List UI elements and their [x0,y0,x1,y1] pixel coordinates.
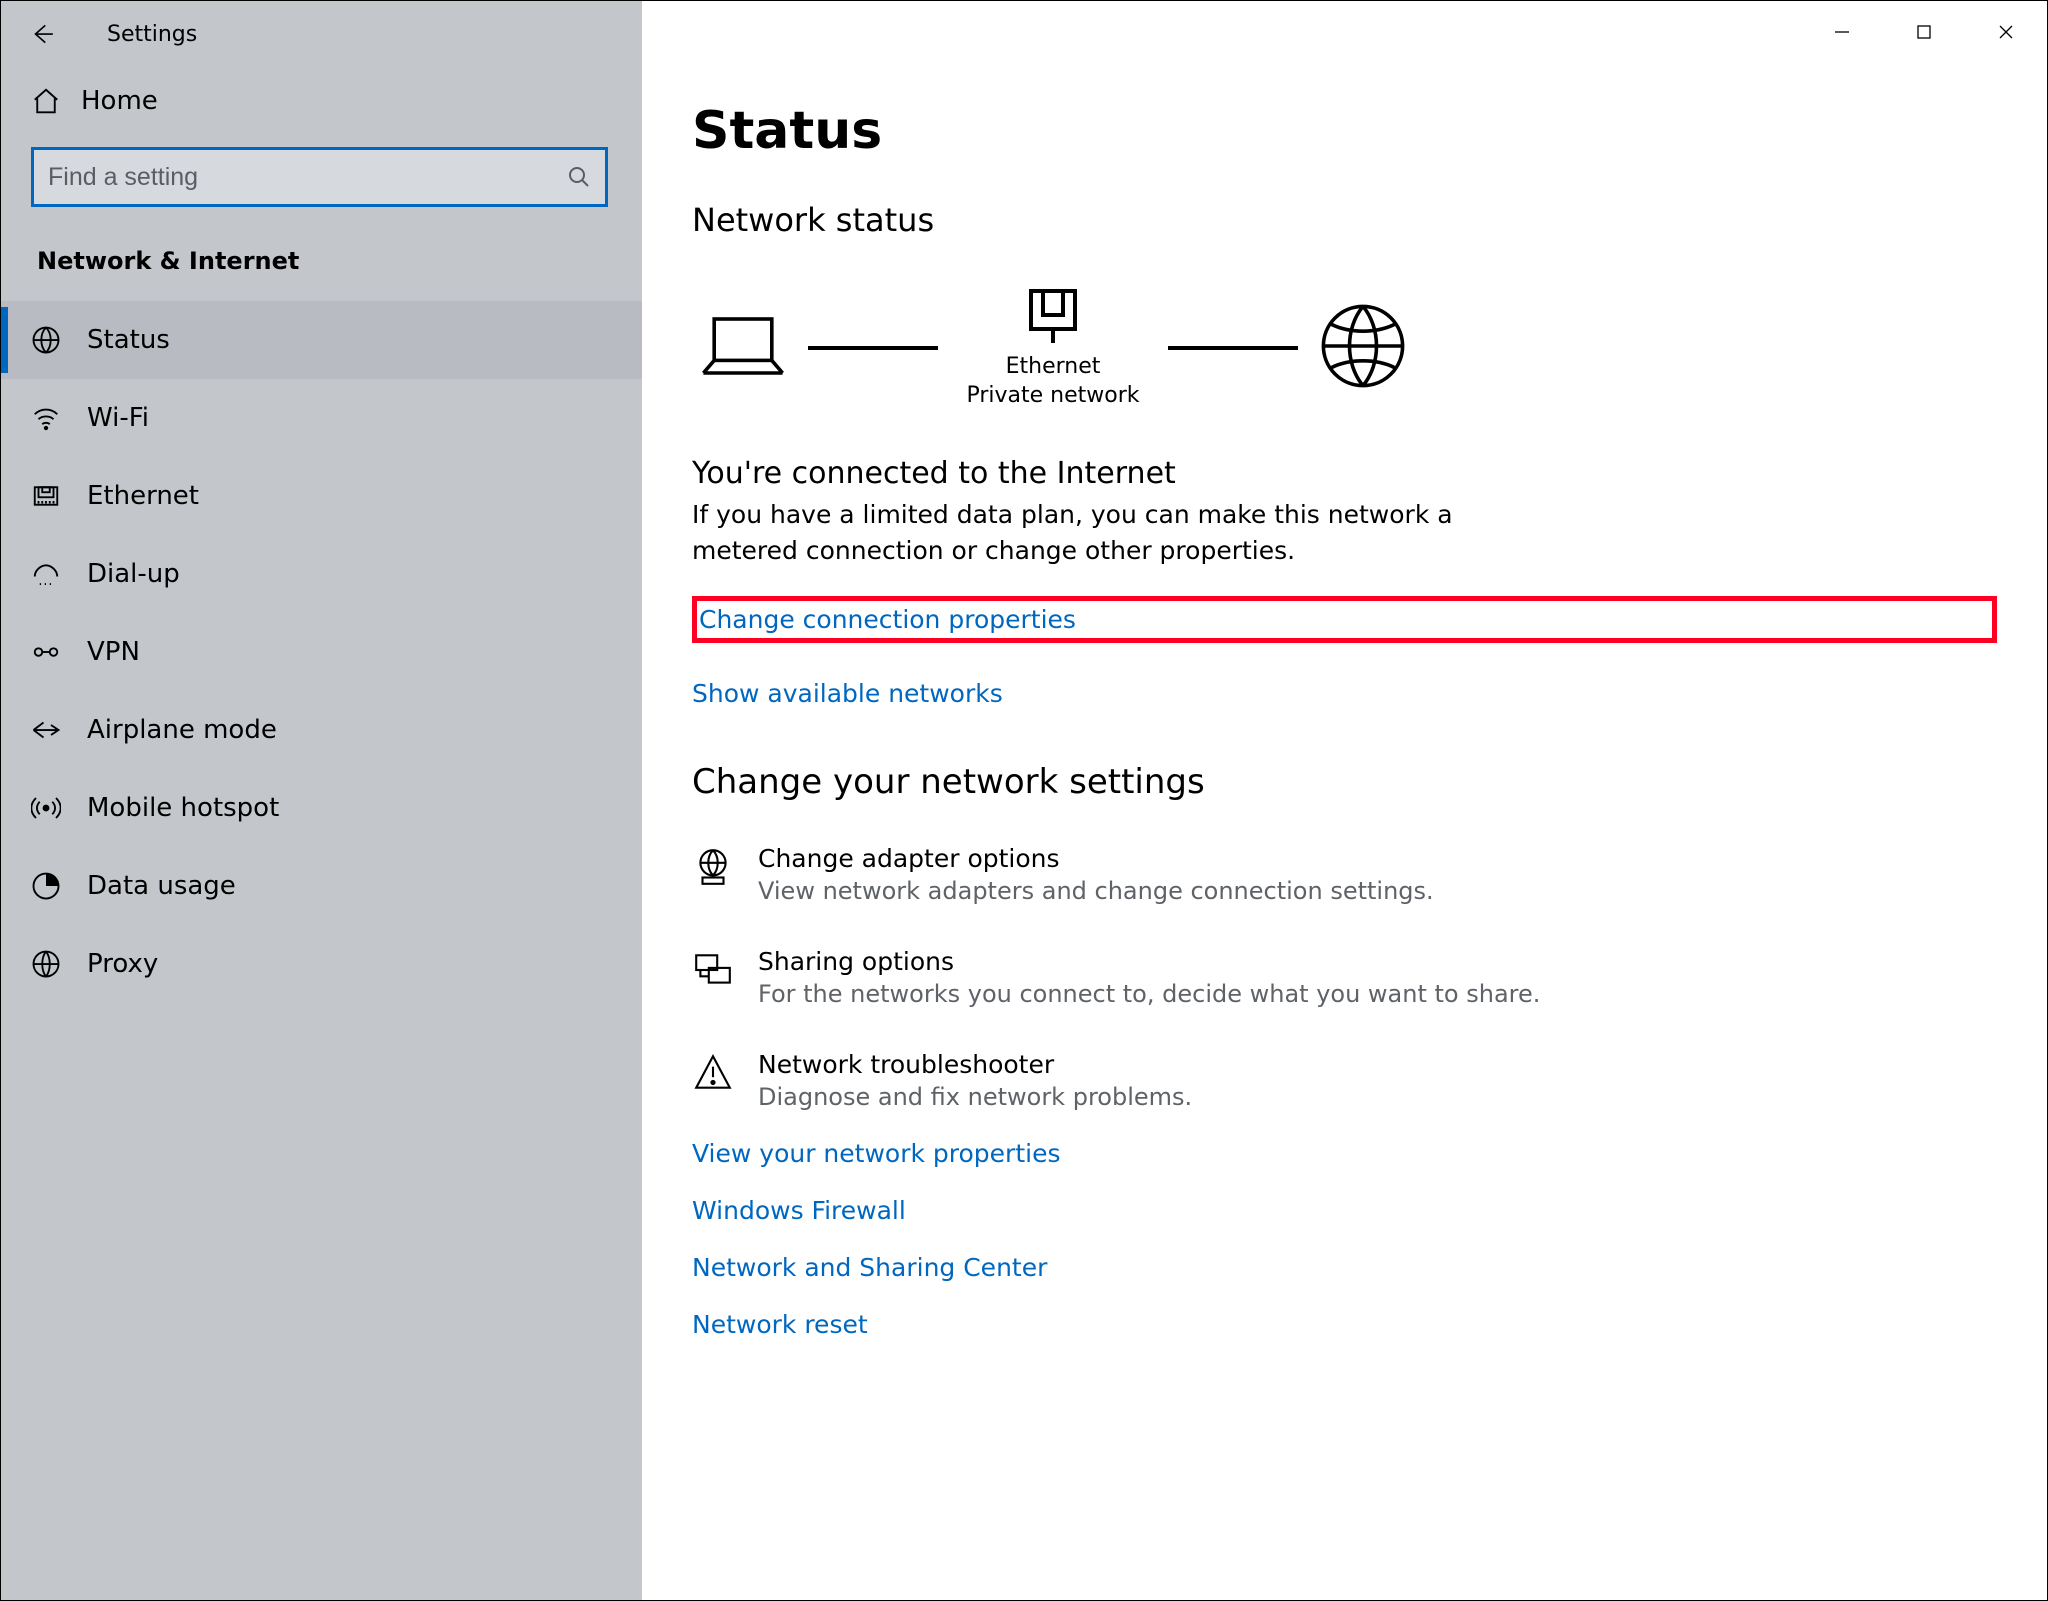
sidebar-item-label: Wi-Fi [87,403,149,433]
sidebar-item-vpn[interactable]: VPN [1,613,642,691]
sidebar-item-label: Status [87,325,170,355]
window-controls [1801,7,2047,57]
sidebar-item-ethernet[interactable]: Ethernet [1,457,642,535]
network-diagram: Ethernet Private network [698,285,1997,410]
option-subtitle: View network adapters and change connect… [758,877,1434,905]
proxy-icon [31,949,87,979]
connected-description: If you have a limited data plan, you can… [692,497,1472,570]
sidebar-item-label: Airplane mode [87,715,277,745]
sidebar: Settings Home Network & Internet Status … [1,1,642,1600]
sidebar-item-datausage[interactable]: Data usage [1,847,642,925]
back-button[interactable] [27,19,57,49]
link-network-sharing-center[interactable]: Network and Sharing Center [692,1253,1997,1282]
network-type-label: Private network [966,382,1139,411]
sidebar-item-label: VPN [87,637,140,667]
option-title: Change adapter options [758,844,1434,873]
sidebar-item-label: Proxy [87,949,158,979]
connection-line [808,346,938,350]
data-usage-icon [31,871,87,901]
window-title: Settings [107,22,197,47]
wifi-icon [31,403,87,433]
sharing-options-icon [692,947,758,991]
globe-icon [31,325,87,355]
sidebar-item-dialup[interactable]: Dial-up [1,535,642,613]
hotspot-icon [31,793,87,823]
close-button[interactable] [1965,7,2047,57]
sidebar-category: Network & Internet [1,227,642,301]
search-box[interactable] [31,147,608,207]
airplane-icon [31,715,87,745]
sidebar-item-label: Data usage [87,871,236,901]
sidebar-item-proxy[interactable]: Proxy [1,925,642,1003]
sidebar-item-hotspot[interactable]: Mobile hotspot [1,769,642,847]
adapter-options-icon [692,844,758,888]
sidebar-item-airplane[interactable]: Airplane mode [1,691,642,769]
option-title: Network troubleshooter [758,1050,1192,1079]
connected-heading: You're connected to the Internet [692,456,1997,491]
option-sharing[interactable]: Sharing options For the networks you con… [692,947,1997,1008]
link-network-reset[interactable]: Network reset [692,1310,1997,1339]
sidebar-item-wifi[interactable]: Wi-Fi [1,379,642,457]
ethernet-icon [31,481,87,511]
option-subtitle: For the networks you connect to, decide … [758,980,1540,1008]
main-content: Status Network status Ethernet Private n… [642,1,2047,1600]
laptop-icon [698,308,788,388]
sidebar-item-home[interactable]: Home [1,61,642,141]
search-icon [567,165,591,189]
link-windows-firewall[interactable]: Windows Firewall [692,1196,1997,1225]
dialup-icon [31,559,87,589]
adapter-label: Ethernet [966,353,1139,382]
option-title: Sharing options [758,947,1540,976]
sidebar-header: Settings [1,7,642,61]
link-view-network-properties[interactable]: View your network properties [692,1139,1997,1168]
internet-globe-icon [1318,301,1408,395]
network-status-heading: Network status [692,201,1997,239]
vpn-icon [31,637,87,667]
link-show-available-networks[interactable]: Show available networks [692,679,1997,708]
sidebar-item-label: Ethernet [87,481,199,511]
troubleshooter-icon [692,1050,758,1094]
option-change-adapter[interactable]: Change adapter options View network adap… [692,844,1997,905]
sidebar-item-status[interactable]: Status [1,301,642,379]
minimize-button[interactable] [1801,7,1883,57]
router-icon [1023,285,1083,349]
sidebar-item-label: Mobile hotspot [87,793,279,823]
option-subtitle: Diagnose and fix network problems. [758,1083,1192,1111]
search-input[interactable] [48,163,567,192]
home-label: Home [81,86,158,116]
link-change-connection-properties[interactable]: Change connection properties [692,596,1997,643]
home-icon [31,86,81,116]
page-title: Status [692,101,1997,161]
change-settings-heading: Change your network settings [692,762,1997,802]
connection-line [1168,346,1298,350]
option-troubleshooter[interactable]: Network troubleshooter Diagnose and fix … [692,1050,1997,1111]
maximize-button[interactable] [1883,7,1965,57]
sidebar-item-label: Dial-up [87,559,180,589]
